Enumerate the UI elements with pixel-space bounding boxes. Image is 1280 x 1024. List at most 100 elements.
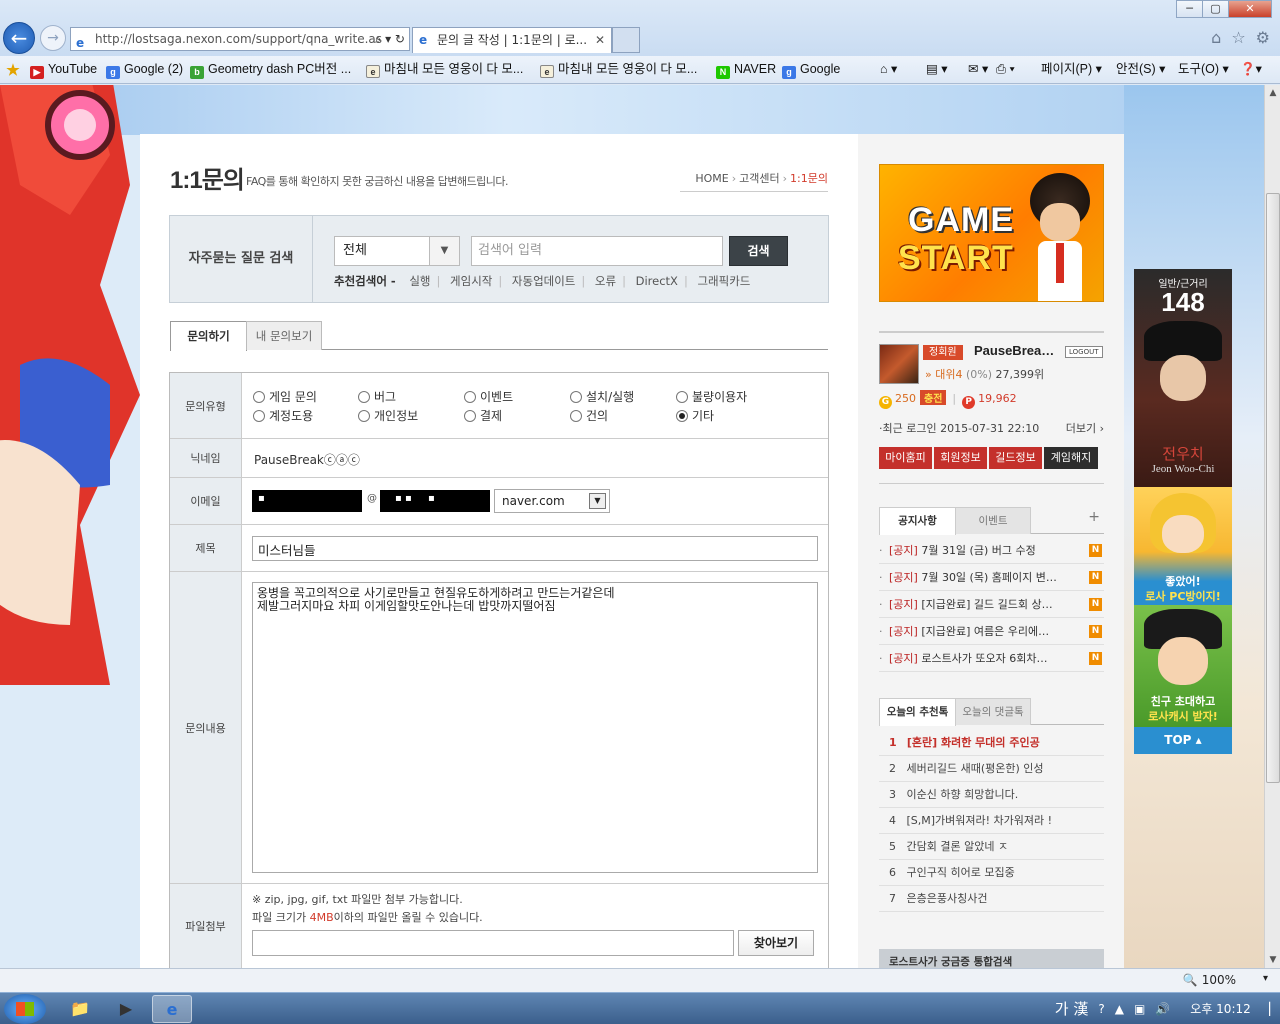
list-item[interactable]: 3 이순신 하향 희망합니다.	[879, 782, 1104, 808]
list-item[interactable]: [공지] 7월 31일 (금) 버그 수정N	[879, 537, 1104, 564]
zoom-level[interactable]: 🔍 100%	[1183, 973, 1236, 987]
email-domain-select[interactable]: naver.com ▼	[494, 489, 610, 513]
list-item[interactable]: [공지] [지급완료] 길드 길드회 상…N	[879, 591, 1104, 618]
tab-notices[interactable]: 공지사항	[879, 507, 956, 535]
cancel-account-button[interactable]: 계임해지	[1044, 447, 1098, 469]
maximize-button[interactable]: ▢	[1202, 0, 1229, 18]
scroll-up-icon[interactable]: ▲	[1265, 85, 1280, 101]
tab-my-inquiries[interactable]: 내 문의보기	[246, 321, 322, 350]
fav-google[interactable]: g Google	[782, 56, 840, 83]
tab-recommended-talk[interactable]: 오늘의 추천톡	[879, 698, 956, 726]
radio-install[interactable]: 설치/실행	[570, 388, 634, 405]
radio-personal-info[interactable]: 개인정보	[358, 407, 418, 424]
add-favorite-icon[interactable]: ★	[6, 56, 24, 83]
minimize-button[interactable]: ─	[1176, 0, 1203, 18]
keyword-link[interactable]: 자동업데이트	[512, 274, 575, 288]
list-item[interactable]: 1 [혼란] 화려한 무대의 주인공	[879, 730, 1104, 756]
close-button[interactable]: ✕	[1228, 0, 1272, 18]
fav-geometry-dash[interactable]: b Geometry dash PC버전 ...	[190, 56, 351, 83]
keyword-link[interactable]: 오류	[595, 274, 616, 288]
media-player-icon[interactable]: ▶	[106, 995, 146, 1023]
gear-icon[interactable]: ⚙	[1256, 28, 1270, 47]
category-select[interactable]: 전체 ▼	[334, 236, 460, 266]
tray-arrow-icon[interactable]: ▲	[1115, 993, 1124, 1024]
scroll-down-icon[interactable]: ▼	[1265, 952, 1280, 968]
feeds-cmd-icon[interactable]: ▤ ▾	[926, 56, 948, 83]
invite-friend-banner[interactable]: 친구 초대하고 로사캐시 받자!	[1134, 605, 1232, 727]
game-start-banner[interactable]: GAME START	[879, 164, 1104, 302]
list-item[interactable]: [공지] 7월 30일 (목) 홈페이지 변…N	[879, 564, 1104, 591]
content-textarea[interactable]: 옹병을 꼭고의적으로 사기로만들고 현질유도하게하려고 만드는거같은데 제발그러…	[252, 582, 818, 873]
breadcrumb-support[interactable]: 고객센터	[739, 172, 779, 185]
help-icon[interactable]: ❓▾	[1240, 56, 1262, 83]
print-cmd-icon[interactable]: ⎙ ▾	[996, 56, 1015, 83]
hero-banner[interactable]: 일반/근거리 148 전우치 Jeon Woo-Chi	[1134, 269, 1232, 487]
keyword-link[interactable]: 게임시작	[450, 274, 492, 288]
list-item[interactable]: 7 은층은풍사칭사건	[879, 886, 1104, 912]
tab-close-icon[interactable]: ✕	[595, 28, 605, 52]
home-icon[interactable]: ⌂	[1211, 28, 1221, 47]
charge-button[interactable]: 충전	[920, 390, 947, 405]
new-tab-button[interactable]	[612, 27, 640, 53]
member-info-button[interactable]: 회원정보	[934, 447, 987, 469]
network-icon[interactable]: ▣	[1134, 993, 1145, 1024]
volume-icon[interactable]: 🔊	[1155, 993, 1170, 1024]
ime-indicator[interactable]: 가 漢	[1055, 993, 1089, 1024]
start-button[interactable]	[4, 994, 46, 1024]
list-item[interactable]: 4 [S,M]가벼워져라! 차가워져라 !	[879, 808, 1104, 834]
vertical-scrollbar[interactable]: ▲ ▼	[1264, 85, 1280, 968]
safety-menu[interactable]: 안전(S) ▾	[1116, 56, 1165, 83]
tab-events[interactable]: 이벤트	[955, 507, 1031, 534]
chevron-down-icon[interactable]: ▼	[429, 237, 459, 265]
list-item[interactable]: 2 세버리길드 새때(평온한) 인성	[879, 756, 1104, 782]
chevron-down-icon[interactable]: ▼	[589, 493, 606, 509]
email-id-field[interactable]: ▪	[252, 490, 362, 512]
my-homepage-button[interactable]: 마이홈피	[879, 447, 932, 469]
mail-cmd-icon[interactable]: ✉ ▾	[968, 56, 988, 83]
email-domain-field[interactable]: ▪ ▪ ▪	[380, 490, 490, 512]
pc-bang-banner[interactable]: 좋았어! 로사 PC방이지!	[1134, 487, 1232, 605]
more-link[interactable]: 더보기 ›	[1066, 420, 1104, 436]
top-button[interactable]: TOP ▴	[1134, 727, 1232, 754]
search-button[interactable]: 검색	[729, 236, 788, 266]
forward-button[interactable]: →	[40, 25, 66, 51]
radio-bug[interactable]: 버그	[358, 388, 396, 405]
back-button[interactable]: ←	[3, 22, 35, 54]
clock[interactable]: 오후 10:12	[1190, 993, 1250, 1024]
list-item[interactable]: 6 구인구직 히어로 모집중	[879, 860, 1104, 886]
keyword-link[interactable]: DirectX	[636, 274, 678, 288]
plus-icon[interactable]: +	[1088, 509, 1100, 525]
fav-naver[interactable]: N NAVER	[716, 56, 776, 83]
radio-payment[interactable]: 결제	[464, 407, 502, 424]
list-item[interactable]: 5 간담회 결론 알았네 ㅈ	[879, 834, 1104, 860]
logout-button[interactable]: LOGOUT	[1065, 346, 1103, 358]
file-path-input[interactable]	[252, 930, 734, 956]
subject-input[interactable]: 미스터님들	[252, 536, 818, 561]
radio-suggestion[interactable]: 건의	[570, 407, 608, 424]
radio-event[interactable]: 이벤트	[464, 388, 513, 405]
tab-comment-talk[interactable]: 오늘의 댓글톡	[955, 698, 1031, 725]
fav-youtube[interactable]: ▶ YouTube	[30, 56, 97, 83]
tools-menu[interactable]: 도구(O) ▾	[1178, 56, 1229, 83]
search-refresh-icons[interactable]: ⌕ ▾ ↻	[375, 28, 405, 50]
radio-other[interactable]: 기타	[676, 407, 714, 424]
breadcrumb-home[interactable]: HOME	[695, 172, 728, 185]
unified-search-header[interactable]: 로스트사가 궁금증 통합검색	[879, 949, 1104, 968]
address-bar[interactable]: e http://lostsaga.nexon.com/support/qna_…	[70, 27, 410, 51]
fav-google-2[interactable]: g Google (2)	[106, 56, 183, 83]
browse-button[interactable]: 찾아보기	[738, 930, 814, 956]
fav-page-2[interactable]: e 마침내 모든 영웅이 다 모...	[540, 56, 697, 83]
radio-game-inquiry[interactable]: 게임 문의	[253, 388, 317, 405]
list-item[interactable]: [공지] [지급완료] 여름은 우리에…N	[879, 618, 1104, 645]
favorites-star-icon[interactable]: ☆	[1231, 28, 1245, 47]
breadcrumb-current[interactable]: 1:1문의	[790, 172, 828, 185]
page-menu[interactable]: 페이지(P) ▾	[1041, 56, 1102, 83]
explorer-icon[interactable]: 📁	[60, 995, 100, 1023]
guild-info-button[interactable]: 길드정보	[989, 447, 1042, 469]
keyword-link[interactable]: 실행	[409, 274, 430, 288]
help-icon[interactable]: ?	[1098, 993, 1104, 1024]
list-item[interactable]: [공지] 로스트사가 또오자 6회차…N	[879, 645, 1104, 672]
fav-page-1[interactable]: e 마침내 모든 영웅이 다 모...	[366, 56, 523, 83]
search-input[interactable]: 검색어 입력	[471, 236, 723, 266]
show-desktop-button[interactable]: ▕	[1261, 993, 1270, 1024]
